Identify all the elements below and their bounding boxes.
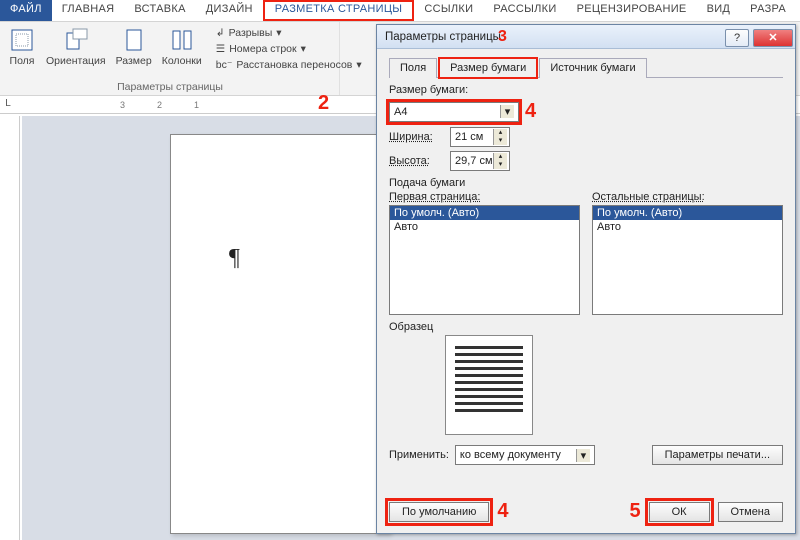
tab-mailings[interactable]: РАССЫЛКИ [483,0,566,21]
preview-box [445,335,533,435]
columns-label: Колонки [162,56,202,67]
list-item[interactable]: По умолч. (Авто) [593,206,782,220]
width-value: 21 см [455,131,483,143]
hyphenation-button[interactable]: bc⁻Расстановка переносов ▾ [214,58,364,72]
set-default-button[interactable]: По умолчанию [389,502,489,522]
size-button[interactable]: Размер [114,24,154,72]
orientation-button[interactable]: Ориентация [44,24,108,72]
paper-size-dropdown[interactable]: A4 ▾ [389,102,519,122]
close-button[interactable]: ✕ [753,29,793,47]
page-setup-dialog: Параметры страницы 3 ? ✕ Поля Размер бум… [376,24,796,534]
ruler-mark: 1 [194,100,199,110]
width-label: Ширина: [389,131,444,143]
dialog-tab-paper[interactable]: Размер бумаги [439,58,537,78]
tab-insert[interactable]: ВСТАВКА [124,0,195,21]
orientation-icon [62,26,90,54]
pilcrow-mark: ¶ [229,245,240,272]
size-label: Размер [116,56,152,67]
group-label-page-setup: Параметры страницы [110,81,230,93]
breaks-label: Разрывы [229,27,273,39]
margins-icon [8,26,36,54]
ruler-vertical[interactable] [0,116,20,540]
print-options-button[interactable]: Параметры печати... [652,445,783,465]
annotation-2: 2 [318,92,329,115]
other-pages-listbox[interactable]: По умолч. (Авто) Авто [592,205,783,315]
list-item[interactable]: Авто [593,220,782,234]
paper-feed-section-label: Подача бумаги [389,177,783,189]
paper-size-value: A4 [394,106,407,118]
height-value: 29,7 см [455,155,493,167]
dialog-tab-margins[interactable]: Поля [389,58,437,78]
first-page-label: Первая страница: [389,191,580,203]
list-item[interactable]: Авто [390,220,579,234]
size-icon [120,26,148,54]
annotation-4a: 4 [525,100,536,123]
hyphenation-icon: bc⁻ [216,59,233,71]
help-button[interactable]: ? [725,29,749,47]
tab-developer[interactable]: РАЗРА [740,0,796,21]
chevron-down-icon[interactable]: ▾ [576,449,590,462]
columns-icon [168,26,196,54]
dialog-title: Параметры страницы [385,31,501,43]
cancel-button[interactable]: Отмена [718,502,783,522]
height-label: Высота: [389,155,444,167]
columns-button[interactable]: Колонки [160,24,204,72]
paper-size-section-label: Размер бумаги: [389,84,783,96]
preview-label: Образец [389,321,783,333]
ribbon-tabs: ФАЙЛ ГЛАВНАЯ ВСТАВКА ДИЗАЙН РАЗМЕТКА СТР… [0,0,800,22]
line-numbers-icon: ☰ [216,43,225,55]
annotation-5: 5 [629,500,640,523]
dialog-tabs: Поля Размер бумаги Источник бумаги [389,57,783,78]
apply-to-value: ко всему документу [460,449,561,461]
dialog-titlebar[interactable]: Параметры страницы 3 ? ✕ [377,25,795,49]
hyphenation-label: Расстановка переносов [236,59,352,71]
tab-page-layout[interactable]: РАЗМЕТКА СТРАНИЦЫ [263,0,415,21]
tab-design[interactable]: ДИЗАЙН [196,0,263,21]
orientation-label: Ориентация [46,56,106,67]
chevron-down-icon: ▾ [356,59,361,71]
annotation-3: 3 [498,28,507,46]
line-numbers-button[interactable]: ☰ Номера строк ▾ [214,42,364,56]
margins-button[interactable]: Поля [6,24,38,72]
tab-home[interactable]: ГЛАВНАЯ [52,0,125,21]
tab-view[interactable]: ВИД [697,0,741,21]
tab-file[interactable]: ФАЙЛ [0,0,52,21]
annotation-4b: 4 [497,500,508,523]
spin-down-icon[interactable]: ▾ [493,161,507,169]
breaks-icon: ↲ [216,27,225,39]
chevron-down-icon: ▾ [276,27,281,39]
first-page-listbox[interactable]: По умолч. (Авто) Авто [389,205,580,315]
margins-label: Поля [10,56,35,67]
height-spinner[interactable]: 29,7 см ▴▾ [450,151,510,171]
ok-button[interactable]: ОК [649,502,710,522]
width-spinner[interactable]: 21 см ▴▾ [450,127,510,147]
line-numbers-label: Номера строк [229,43,296,55]
list-item[interactable]: По умолч. (Авто) [390,206,579,220]
apply-to-label: Применить: [389,449,449,461]
chevron-down-icon: ▾ [301,43,306,55]
spin-up-icon[interactable]: ▴ [493,129,507,137]
tab-references[interactable]: ССЫЛКИ [414,0,483,21]
ruler-mark: 3 [120,100,125,110]
chevron-down-icon[interactable]: ▾ [500,105,514,118]
apply-to-dropdown[interactable]: ко всему документу ▾ [455,445,595,465]
spin-up-icon[interactable]: ▴ [493,153,507,161]
breaks-button[interactable]: ↲ Разрывы▾ [214,26,364,40]
ruler-mark: 2 [157,100,162,110]
dialog-tab-layout[interactable]: Источник бумаги [539,58,646,78]
document-page[interactable]: ¶ [170,134,390,534]
tab-review[interactable]: РЕЦЕНЗИРОВАНИЕ [567,0,697,21]
spin-down-icon[interactable]: ▾ [493,137,507,145]
ruler-left-indicator: L [2,98,14,109]
other-pages-label: Остальные страницы: [592,191,783,203]
